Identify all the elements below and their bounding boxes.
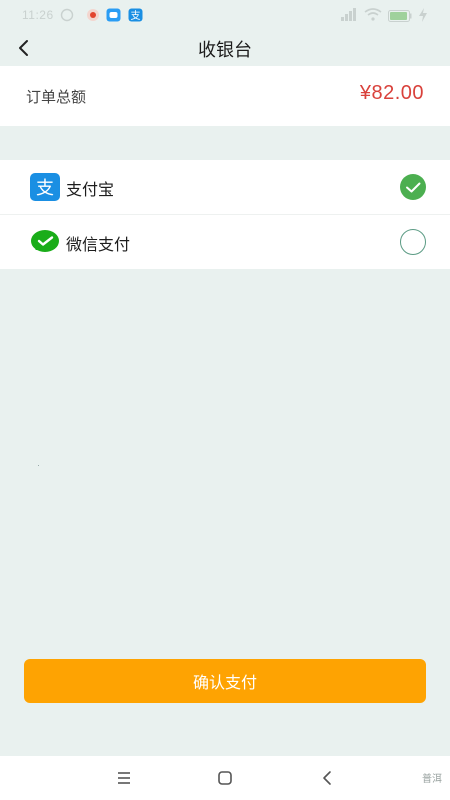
wifi-icon — [364, 8, 382, 26]
selected-radio[interactable] — [400, 174, 426, 200]
order-total-amount: ¥82.00 — [359, 82, 424, 104]
svg-text:支: 支 — [36, 178, 54, 199]
notification-icon — [60, 8, 74, 27]
page-title: 收银台 — [198, 40, 252, 61]
stray-dot — [38, 465, 39, 466]
payment-method-alipay[interactable]: 支 支付宝 — [0, 160, 450, 214]
battery-icon — [388, 9, 412, 27]
home-icon[interactable] — [213, 766, 237, 790]
message-notification-icon — [106, 8, 121, 27]
charging-icon — [418, 8, 428, 27]
unselected-radio[interactable] — [400, 229, 426, 255]
wechat-pay-icon — [30, 228, 60, 256]
payment-methods: 支 支付宝 微信支付 — [0, 160, 450, 269]
status-bar: 11:26 支 — [0, 0, 450, 30]
status-time: 11:26 — [22, 8, 54, 22]
order-total-label: 订单总额 — [26, 88, 87, 106]
payment-method-wechat[interactable]: 微信支付 — [0, 214, 450, 269]
confirm-payment-button[interactable]: 确认支付 — [24, 659, 426, 703]
app-notification-icon — [86, 8, 100, 27]
back-nav-icon[interactable] — [316, 766, 340, 790]
payment-method-label: 支付宝 — [66, 180, 115, 199]
signal-icon — [340, 8, 358, 26]
watermark: 普洱 — [422, 774, 442, 785]
alipay-notification-icon: 支 — [128, 8, 143, 27]
order-total-row: 订单总额 ¥82.00 — [0, 66, 450, 126]
alipay-icon: 支 — [30, 173, 60, 201]
payment-method-label: 微信支付 — [66, 235, 131, 254]
system-nav-bar: 普洱 — [0, 756, 450, 800]
menu-icon[interactable] — [112, 766, 136, 790]
header: 收银台 — [0, 30, 450, 66]
checkmark-icon — [406, 182, 421, 193]
svg-text:支: 支 — [131, 10, 141, 22]
